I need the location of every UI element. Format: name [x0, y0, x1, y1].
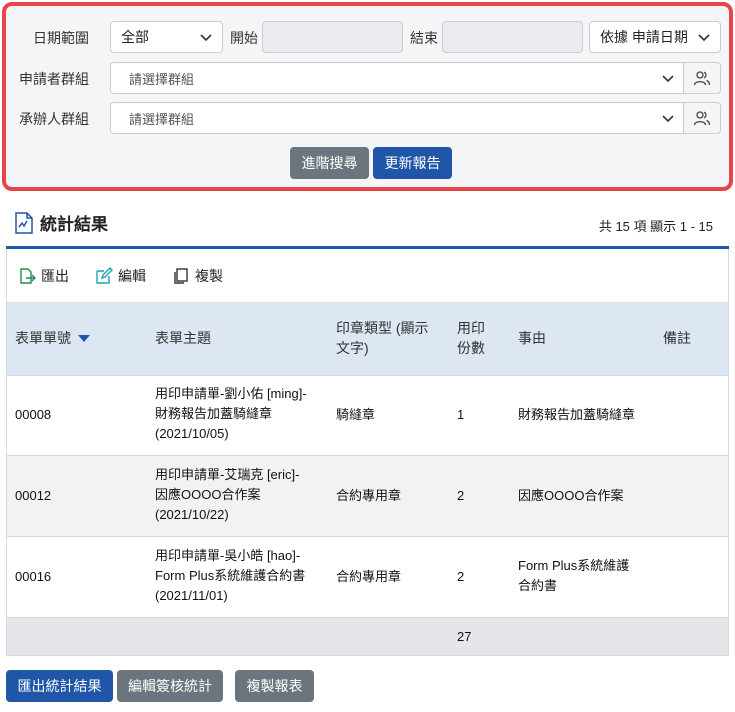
column-header-subject[interactable]: 表單主題: [155, 328, 211, 348]
sort-by-value: 依據 申請日期: [600, 29, 688, 45]
subject-line: 因應OOOO合作案: [155, 487, 261, 502]
subject-line: 用印申請單-艾瑞克 [eric]-: [155, 467, 300, 482]
copy-report-button[interactable]: 複製報表: [235, 670, 314, 702]
subject-cell: 用印申請單-劉小佑 [ming]- 財務報告加蓋騎縫章 (2021/10/05): [155, 384, 307, 444]
form-no-cell: 00008: [15, 407, 52, 422]
column-header-note[interactable]: 備註: [663, 328, 691, 348]
results-title-text: 統計結果: [40, 215, 108, 234]
users-icon: [693, 111, 711, 126]
handler-group-select[interactable]: 請選擇群組: [110, 102, 685, 134]
result-count: 共 15 項 顯示 1 - 15: [598, 219, 713, 234]
sort-by-select[interactable]: 依據 申請日期: [589, 21, 721, 53]
end-label: 結束: [410, 30, 438, 46]
handler-group-picker-button[interactable]: [683, 102, 721, 134]
report-chart-icon: [15, 211, 33, 234]
advanced-search-button[interactable]: 進階搜尋: [290, 147, 369, 179]
filter-panel: 日期範圍 全部 開始 結束 依據 申請日期 申請者群組 請選擇群組 承辦人群組 …: [2, 2, 733, 191]
subject-cell: 用印申請單-吳小皓 [hao]- Form Plus系統維護合約書 (2021/…: [155, 546, 305, 606]
table-total-row: 27: [7, 617, 728, 655]
print-count-cell: 2: [457, 488, 465, 503]
chevron-down-icon: [662, 75, 674, 83]
reason-line: Form Plus系統維護: [518, 558, 630, 573]
date-range-select[interactable]: 全部: [110, 21, 223, 53]
seal-type-cell: 合約專用章: [336, 569, 402, 584]
chevron-down-icon: [662, 115, 674, 123]
export-tool[interactable]: 匯出: [18, 266, 69, 286]
reason-line: 合約書: [518, 578, 558, 593]
table-row[interactable]: 00008 用印申請單-劉小佑 [ming]- 財務報告加蓋騎縫章 (2021/…: [7, 375, 728, 455]
applicant-group-label: 申請者群組: [19, 71, 89, 87]
column-header-form-no-label: 表單單號: [15, 330, 71, 346]
column-header-print-count-line2: 份數: [457, 340, 485, 356]
copy-icon: [174, 268, 188, 284]
column-header-seal-type-line1: 印章類型 (顯示: [336, 320, 429, 336]
subject-line: (2021/10/05): [155, 426, 229, 441]
reason-cell: 因應OOOO合作案: [518, 486, 623, 506]
subject-line: (2021/11/01): [155, 588, 228, 603]
column-header-seal-type-line2: 文字): [336, 340, 369, 356]
edit-icon: [96, 267, 113, 284]
table-header: 表單單號 表單主題 印章類型 (顯示 文字) 用印 份數 事由 備註: [7, 302, 728, 375]
subject-line: 用印申請單-吳小皓 [hao]-: [155, 548, 301, 563]
print-count-cell: 2: [457, 569, 465, 584]
form-no-cell: 00012: [15, 488, 52, 503]
reason-line: 財務報告加蓋騎縫章: [518, 407, 636, 422]
start-label: 開始: [230, 30, 258, 46]
table-toolbar: 匯出 編輯 複製: [18, 266, 223, 286]
column-header-form-no[interactable]: 表單單號: [15, 328, 91, 348]
date-range-label: 日期範圍: [33, 30, 89, 46]
subject-cell: 用印申請單-艾瑞克 [eric]- 因應OOOO合作案 (2021/10/22): [155, 465, 299, 525]
total-count: 27: [457, 629, 472, 644]
print-count-cell: 1: [457, 407, 465, 422]
edit-label: 編輯: [118, 268, 146, 284]
reason-cell: Form Plus系統維護 合約書: [518, 556, 629, 596]
edit-stats-button[interactable]: 編輯簽核統計: [117, 670, 223, 702]
subject-line: 用印申請單-劉小佑 [ming]-: [155, 386, 307, 401]
results-title: 統計結果: [14, 210, 108, 235]
seal-type-cell: 合約專用章: [336, 488, 402, 503]
export-results-button[interactable]: 匯出統計結果: [6, 670, 113, 702]
end-date-input[interactable]: [442, 21, 583, 53]
form-no-cell: 00016: [15, 569, 52, 584]
start-date-input[interactable]: [262, 21, 403, 53]
users-icon: [693, 71, 711, 86]
copy-tool[interactable]: 複製: [172, 266, 223, 286]
applicant-group-placeholder: 請選擇群組: [129, 71, 195, 87]
sort-descending-icon: [78, 335, 90, 342]
export-icon: [20, 268, 36, 284]
edit-tool[interactable]: 編輯: [95, 266, 146, 286]
subject-line: (2021/10/22): [155, 507, 229, 522]
table-row[interactable]: 00016 用印申請單-吳小皓 [hao]- Form Plus系統維護合約書 …: [7, 536, 728, 617]
chevron-down-icon: [200, 34, 212, 42]
reason-line: 因應OOOO合作案: [518, 488, 624, 503]
chevron-down-icon: [698, 34, 710, 42]
subject-line: 財務報告加蓋騎縫章: [155, 406, 273, 421]
copy-label: 複製: [195, 268, 223, 284]
applicant-group-select[interactable]: 請選擇群組: [110, 62, 685, 94]
reason-cell: 財務報告加蓋騎縫章: [518, 405, 635, 425]
update-report-button[interactable]: 更新報告: [373, 147, 452, 179]
subject-line: Form Plus系統維護合約書: [155, 568, 306, 583]
handler-group-placeholder: 請選擇群組: [129, 111, 195, 127]
handler-group-label: 承辦人群組: [19, 111, 89, 127]
column-header-reason[interactable]: 事由: [518, 328, 546, 348]
column-header-print-count[interactable]: 用印 份數: [457, 318, 485, 358]
export-label: 匯出: [41, 268, 69, 284]
table-row[interactable]: 00012 用印申請單-艾瑞克 [eric]- 因應OOOO合作案 (2021/…: [7, 455, 728, 536]
column-header-seal-type[interactable]: 印章類型 (顯示 文字): [336, 318, 429, 358]
applicant-group-picker-button[interactable]: [683, 62, 721, 94]
column-header-print-count-line1: 用印: [457, 320, 485, 336]
date-range-value: 全部: [121, 29, 149, 45]
seal-type-cell: 騎縫章: [336, 407, 376, 422]
